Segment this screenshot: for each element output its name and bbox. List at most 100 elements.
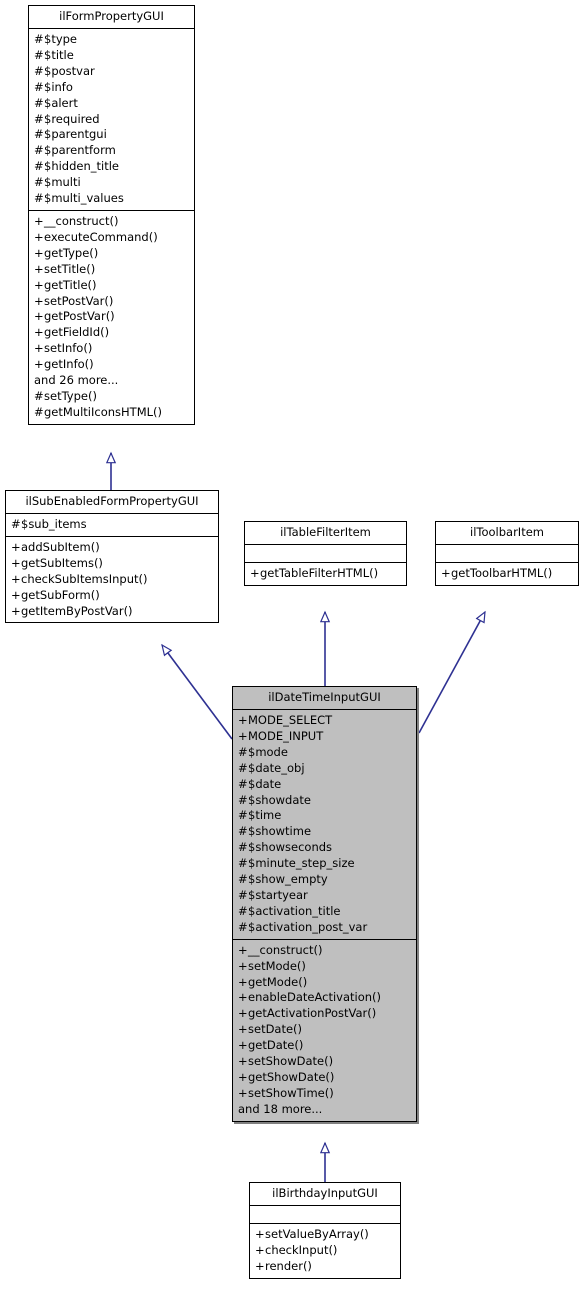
visibility-marker: # bbox=[34, 191, 44, 206]
visibility-marker: + bbox=[34, 245, 44, 260]
class-member: #$showdate bbox=[238, 792, 311, 807]
class-box-iltoolbaritem[interactable]: ilToolbarItem +getToolbarHTML() bbox=[435, 521, 579, 586]
visibility-marker: + bbox=[238, 1054, 248, 1069]
visibility-marker: # bbox=[34, 159, 44, 174]
class-member: +getDate() bbox=[238, 1038, 304, 1053]
class-member: #$multi_values bbox=[34, 191, 124, 206]
class-member: +enableDateActivation() bbox=[238, 990, 382, 1005]
visibility-marker: # bbox=[34, 111, 44, 126]
class-member: +setTitle() bbox=[34, 261, 96, 276]
class-name-ilbirthdayinputgui: ilBirthdayInputGUI bbox=[250, 1183, 400, 1206]
class-member: +getPostVar() bbox=[34, 309, 115, 324]
visibility-marker: # bbox=[238, 824, 248, 839]
class-member: #$date bbox=[238, 776, 282, 791]
class-member: #$info bbox=[34, 79, 73, 94]
class-member: +getFieldId() bbox=[34, 325, 110, 340]
visibility-marker: # bbox=[34, 79, 44, 94]
class-member: and 26 more... bbox=[34, 373, 119, 388]
class-member: +setValueByArray() bbox=[255, 1227, 369, 1241]
class-member: +setInfo() bbox=[34, 341, 93, 356]
class-name-iltablefilteritem: ilTableFilterItem bbox=[245, 522, 406, 545]
uml-class-diagram: ilFormPropertyGUI --> ilSubEnabledFormPr… bbox=[0, 0, 584, 1301]
class-member: +__construct() bbox=[238, 942, 323, 957]
visibility-marker: + bbox=[238, 942, 248, 957]
methods-iltoolbaritem: +getToolbarHTML() bbox=[436, 563, 578, 585]
visibility-marker: # bbox=[238, 856, 248, 871]
visibility-marker: + bbox=[34, 229, 44, 244]
visibility-marker: + bbox=[238, 1022, 248, 1037]
class-member: #$hidden_title bbox=[34, 159, 119, 174]
class-member: #$parentform bbox=[34, 143, 116, 158]
visibility-marker: # bbox=[238, 808, 248, 823]
class-member: +addSubItem() bbox=[11, 539, 100, 554]
class-box-iltablefilteritem[interactable]: ilTableFilterItem +getTableFilterHTML() bbox=[244, 521, 407, 586]
class-box-ilformpropertygui[interactable]: ilFormPropertyGUI #$type #$title #$postvar… bbox=[28, 5, 195, 425]
class-member: +setShowDate() bbox=[238, 1054, 334, 1069]
class-box-ilsubenabledformpropertygui[interactable]: ilSubEnabledFormPropertyGUI #$sub_items … bbox=[5, 490, 219, 624]
visibility-marker: + bbox=[34, 325, 44, 340]
visibility-marker: + bbox=[11, 603, 21, 618]
class-member: #$title bbox=[34, 47, 74, 62]
visibility-marker: + bbox=[238, 1038, 248, 1053]
class-member: #$type bbox=[34, 32, 78, 46]
visibility-marker: # bbox=[238, 919, 248, 934]
methods-ildatetimeinputgui: +__construct() +setMode() +getMode() +enabl… bbox=[233, 939, 416, 1121]
visibility-marker: # bbox=[238, 760, 248, 775]
class-member: and 18 more... bbox=[238, 1101, 323, 1116]
class-member: +render() bbox=[255, 1258, 312, 1273]
class-member: #$mode bbox=[238, 744, 288, 759]
visibility-marker: + bbox=[34, 261, 44, 276]
class-member: +getShowDate() bbox=[238, 1069, 335, 1084]
visibility-marker: # bbox=[11, 517, 21, 531]
attributes-ildatetimeinputgui: +MODE_SELECT +MODE_INPUT #$mode #$date_obj #… bbox=[233, 710, 416, 940]
visibility-marker: + bbox=[34, 293, 44, 308]
visibility-marker: # bbox=[34, 47, 44, 62]
class-member: +getMode() bbox=[238, 974, 308, 989]
class-member: +getItemByPostVar() bbox=[11, 603, 133, 618]
visibility-marker: # bbox=[238, 872, 248, 887]
class-name-iltoolbaritem: ilToolbarItem bbox=[436, 522, 578, 545]
visibility-marker: + bbox=[255, 1258, 265, 1273]
visibility-marker: + bbox=[34, 341, 44, 356]
class-member: +getInfo() bbox=[34, 357, 94, 372]
visibility-marker: # bbox=[34, 95, 44, 110]
class-name-ilsubenabledformpropertygui: ilSubEnabledFormPropertyGUI bbox=[6, 491, 218, 514]
attributes-ilformpropertygui: #$type #$title #$postvar #$info #$alert #$req… bbox=[29, 29, 194, 211]
attributes-iltablefilteritem bbox=[245, 545, 406, 563]
visibility-marker: + bbox=[11, 555, 21, 570]
class-member: #$alert bbox=[34, 95, 78, 110]
class-member: +getActivationPostVar() bbox=[238, 1006, 377, 1021]
class-member: +setMode() bbox=[238, 958, 306, 973]
visibility-marker: # bbox=[238, 776, 248, 791]
class-box-ildatetimeinputgui[interactable]: ilDateTimeInputGUI +MODE_SELECT +MODE_INP… bbox=[232, 686, 417, 1122]
class-member: +getSubItems() bbox=[11, 555, 103, 570]
visibility-marker: + bbox=[238, 728, 248, 743]
visibility-marker: # bbox=[34, 143, 44, 158]
class-member: #$showseconds bbox=[238, 840, 333, 855]
class-box-ilbirthdayinputgui[interactable]: ilBirthdayInputGUI +setValueByArray() +ch… bbox=[249, 1182, 401, 1279]
class-member: #$time bbox=[238, 808, 282, 823]
class-member: +executeCommand() bbox=[34, 229, 158, 244]
class-member: +setDate() bbox=[238, 1022, 303, 1037]
class-member: #$sub_items bbox=[11, 517, 87, 531]
class-member: +MODE_SELECT bbox=[238, 713, 333, 727]
visibility-marker: + bbox=[34, 357, 44, 372]
methods-ilformpropertygui: +__construct() +executeCommand() +getType(… bbox=[29, 211, 194, 424]
visibility-marker: # bbox=[34, 63, 44, 78]
class-member: +getTitle() bbox=[34, 277, 97, 292]
attributes-iltoolbaritem bbox=[436, 545, 578, 563]
class-member: +getToolbarHTML() bbox=[441, 566, 553, 580]
visibility-marker: + bbox=[238, 1006, 248, 1021]
class-member: #$parentgui bbox=[34, 127, 107, 142]
edge-datetime-to-subenabled bbox=[162, 645, 233, 740]
class-member: +checkInput() bbox=[255, 1242, 338, 1257]
visibility-marker: + bbox=[11, 587, 21, 602]
class-member: +setPostVar() bbox=[34, 293, 114, 308]
class-member: +setShowTime() bbox=[238, 1085, 334, 1100]
visibility-marker: + bbox=[238, 958, 248, 973]
visibility-marker: # bbox=[238, 887, 248, 902]
attributes-ilbirthdayinputgui bbox=[250, 1206, 400, 1224]
visibility-marker: # bbox=[238, 903, 248, 918]
visibility-marker: + bbox=[255, 1242, 265, 1257]
visibility-marker: + bbox=[238, 1085, 248, 1100]
